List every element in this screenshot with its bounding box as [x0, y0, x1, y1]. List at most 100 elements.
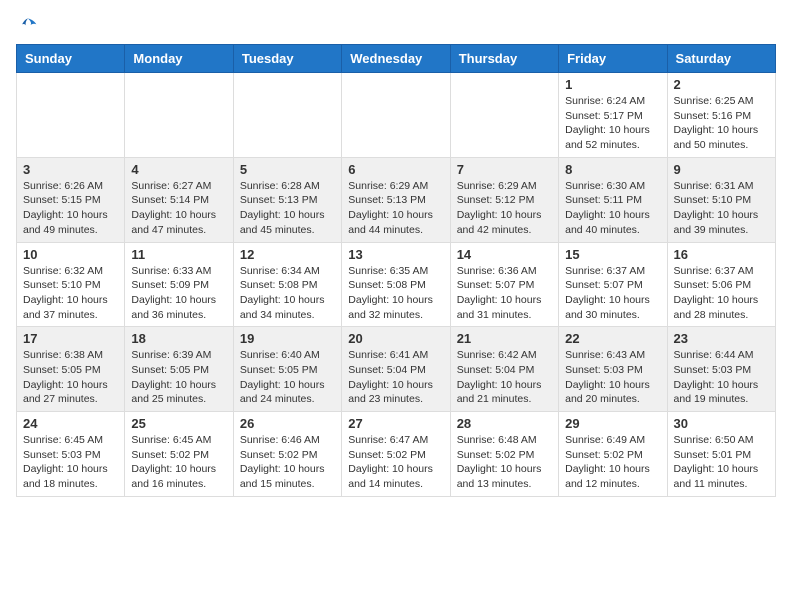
- calendar-day-cell: 21 Sunrise: 6:42 AM Sunset: 5:04 PM Dayli…: [450, 327, 558, 412]
- calendar-day-cell: 30 Sunrise: 6:50 AM Sunset: 5:01 PM Dayli…: [667, 412, 775, 497]
- day-info: Sunrise: 6:27 AM Sunset: 5:14 PM Dayligh…: [131, 180, 216, 236]
- calendar-day-cell: 14 Sunrise: 6:36 AM Sunset: 5:07 PM Dayli…: [450, 242, 558, 327]
- day-info: Sunrise: 6:32 AM Sunset: 5:10 PM Dayligh…: [23, 265, 108, 321]
- day-number: 8: [565, 162, 660, 177]
- logo: [16, 16, 38, 36]
- day-number: 23: [674, 331, 769, 346]
- day-info: Sunrise: 6:36 AM Sunset: 5:07 PM Dayligh…: [457, 265, 542, 321]
- calendar-day-cell: 28 Sunrise: 6:48 AM Sunset: 5:02 PM Dayli…: [450, 412, 558, 497]
- calendar-day-cell: 23 Sunrise: 6:44 AM Sunset: 5:03 PM Dayli…: [667, 327, 775, 412]
- day-number: 21: [457, 331, 552, 346]
- calendar-week-row: 10Sunrise: 6:32 AM Sunset: 5:10 PM Dayli…: [17, 242, 776, 327]
- day-number: 17: [23, 331, 118, 346]
- day-info: Sunrise: 6:44 AM Sunset: 5:03 PM Dayligh…: [674, 349, 759, 405]
- day-number: 2: [674, 77, 769, 92]
- day-info: Sunrise: 6:37 AM Sunset: 5:06 PM Dayligh…: [674, 265, 759, 321]
- calendar-day-cell: 16 Sunrise: 6:37 AM Sunset: 5:06 PM Dayli…: [667, 242, 775, 327]
- day-number: 13: [348, 247, 443, 262]
- day-number: 26: [240, 416, 335, 431]
- weekday-header-monday: Monday: [125, 45, 233, 73]
- day-info: Sunrise: 6:38 AM Sunset: 5:05 PM Dayligh…: [23, 349, 108, 405]
- day-info: Sunrise: 6:34 AM Sunset: 5:08 PM Dayligh…: [240, 265, 325, 321]
- day-number: 6: [348, 162, 443, 177]
- calendar-day-cell: 9 Sunrise: 6:31 AM Sunset: 5:10 PM Daylig…: [667, 157, 775, 242]
- day-info: Sunrise: 6:49 AM Sunset: 5:02 PM Dayligh…: [565, 434, 650, 490]
- day-info: Sunrise: 6:35 AM Sunset: 5:08 PM Dayligh…: [348, 265, 433, 321]
- day-number: 3: [23, 162, 118, 177]
- day-number: 4: [131, 162, 226, 177]
- day-number: 12: [240, 247, 335, 262]
- day-info: Sunrise: 6:47 AM Sunset: 5:02 PM Dayligh…: [348, 434, 433, 490]
- weekday-header-friday: Friday: [559, 45, 667, 73]
- calendar-day-cell: 6 Sunrise: 6:29 AM Sunset: 5:13 PM Daylig…: [342, 157, 450, 242]
- day-info: Sunrise: 6:48 AM Sunset: 5:02 PM Dayligh…: [457, 434, 542, 490]
- day-info: Sunrise: 6:42 AM Sunset: 5:04 PM Dayligh…: [457, 349, 542, 405]
- weekday-header-row: SundayMondayTuesdayWednesdayThursdayFrid…: [17, 45, 776, 73]
- day-number: 11: [131, 247, 226, 262]
- day-info: Sunrise: 6:40 AM Sunset: 5:05 PM Dayligh…: [240, 349, 325, 405]
- logo-bird-icon: [18, 16, 38, 36]
- calendar-day-cell: 7Sunrise: 6:29 AM Sunset: 5:12 PM Daylig…: [450, 157, 558, 242]
- calendar-day-cell: 8 Sunrise: 6:30 AM Sunset: 5:11 PM Daylig…: [559, 157, 667, 242]
- calendar-week-row: 3Sunrise: 6:26 AM Sunset: 5:15 PM Daylig…: [17, 157, 776, 242]
- calendar-day-cell: 26 Sunrise: 6:46 AM Sunset: 5:02 PM Dayli…: [233, 412, 341, 497]
- weekday-header-wednesday: Wednesday: [342, 45, 450, 73]
- empty-calendar-cell: [342, 73, 450, 158]
- empty-calendar-cell: [125, 73, 233, 158]
- day-number: 16: [674, 247, 769, 262]
- day-number: 1: [565, 77, 660, 92]
- day-info: Sunrise: 6:29 AM Sunset: 5:12 PM Dayligh…: [457, 180, 542, 236]
- calendar-day-cell: 27 Sunrise: 6:47 AM Sunset: 5:02 PM Dayli…: [342, 412, 450, 497]
- weekday-header-sunday: Sunday: [17, 45, 125, 73]
- day-info: Sunrise: 6:31 AM Sunset: 5:10 PM Dayligh…: [674, 180, 759, 236]
- day-info: Sunrise: 6:29 AM Sunset: 5:13 PM Dayligh…: [348, 180, 433, 236]
- calendar-day-cell: 2 Sunrise: 6:25 AM Sunset: 5:16 PM Daylig…: [667, 73, 775, 158]
- calendar-day-cell: 5Sunrise: 6:28 AM Sunset: 5:13 PM Daylig…: [233, 157, 341, 242]
- calendar-day-cell: 17 Sunrise: 6:38 AM Sunset: 5:05 PM Dayli…: [17, 327, 125, 412]
- day-info: Sunrise: 6:25 AM Sunset: 5:16 PM Dayligh…: [674, 95, 759, 151]
- day-info: Sunrise: 6:43 AM Sunset: 5:03 PM Dayligh…: [565, 349, 650, 405]
- calendar-day-cell: 18 Sunrise: 6:39 AM Sunset: 5:05 PM Dayli…: [125, 327, 233, 412]
- calendar-day-cell: 13 Sunrise: 6:35 AM Sunset: 5:08 PM Dayli…: [342, 242, 450, 327]
- weekday-header-saturday: Saturday: [667, 45, 775, 73]
- day-info: Sunrise: 6:45 AM Sunset: 5:03 PM Dayligh…: [23, 434, 108, 490]
- calendar-week-row: 24Sunrise: 6:45 AM Sunset: 5:03 PM Dayli…: [17, 412, 776, 497]
- calendar-day-cell: 24Sunrise: 6:45 AM Sunset: 5:03 PM Dayli…: [17, 412, 125, 497]
- calendar-day-cell: 19 Sunrise: 6:40 AM Sunset: 5:05 PM Dayli…: [233, 327, 341, 412]
- day-info: Sunrise: 6:50 AM Sunset: 5:01 PM Dayligh…: [674, 434, 759, 490]
- day-number: 30: [674, 416, 769, 431]
- day-info: Sunrise: 6:46 AM Sunset: 5:02 PM Dayligh…: [240, 434, 325, 490]
- calendar-day-cell: 25 Sunrise: 6:45 AM Sunset: 5:02 PM Dayli…: [125, 412, 233, 497]
- calendar-day-cell: 20 Sunrise: 6:41 AM Sunset: 5:04 PM Dayli…: [342, 327, 450, 412]
- day-info: Sunrise: 6:39 AM Sunset: 5:05 PM Dayligh…: [131, 349, 216, 405]
- day-number: 20: [348, 331, 443, 346]
- day-number: 29: [565, 416, 660, 431]
- day-number: 25: [131, 416, 226, 431]
- day-number: 14: [457, 247, 552, 262]
- day-info: Sunrise: 6:45 AM Sunset: 5:02 PM Dayligh…: [131, 434, 216, 490]
- weekday-header-thursday: Thursday: [450, 45, 558, 73]
- calendar-week-row: 1 Sunrise: 6:24 AM Sunset: 5:17 PM Daylig…: [17, 73, 776, 158]
- empty-calendar-cell: [233, 73, 341, 158]
- day-number: 28: [457, 416, 552, 431]
- calendar-day-cell: 29 Sunrise: 6:49 AM Sunset: 5:02 PM Dayli…: [559, 412, 667, 497]
- calendar-day-cell: 10Sunrise: 6:32 AM Sunset: 5:10 PM Dayli…: [17, 242, 125, 327]
- day-info: Sunrise: 6:37 AM Sunset: 5:07 PM Dayligh…: [565, 265, 650, 321]
- page-header: [16, 16, 776, 36]
- day-number: 19: [240, 331, 335, 346]
- empty-calendar-cell: [450, 73, 558, 158]
- empty-calendar-cell: [17, 73, 125, 158]
- day-info: Sunrise: 6:41 AM Sunset: 5:04 PM Dayligh…: [348, 349, 433, 405]
- day-info: Sunrise: 6:24 AM Sunset: 5:17 PM Dayligh…: [565, 95, 650, 151]
- calendar-day-cell: 4 Sunrise: 6:27 AM Sunset: 5:14 PM Daylig…: [125, 157, 233, 242]
- day-number: 9: [674, 162, 769, 177]
- calendar-day-cell: 1 Sunrise: 6:24 AM Sunset: 5:17 PM Daylig…: [559, 73, 667, 158]
- day-info: Sunrise: 6:33 AM Sunset: 5:09 PM Dayligh…: [131, 265, 216, 321]
- day-number: 18: [131, 331, 226, 346]
- calendar-day-cell: 3Sunrise: 6:26 AM Sunset: 5:15 PM Daylig…: [17, 157, 125, 242]
- day-number: 22: [565, 331, 660, 346]
- day-number: 27: [348, 416, 443, 431]
- calendar-day-cell: 11 Sunrise: 6:33 AM Sunset: 5:09 PM Dayli…: [125, 242, 233, 327]
- calendar-day-cell: 12 Sunrise: 6:34 AM Sunset: 5:08 PM Dayli…: [233, 242, 341, 327]
- day-info: Sunrise: 6:30 AM Sunset: 5:11 PM Dayligh…: [565, 180, 650, 236]
